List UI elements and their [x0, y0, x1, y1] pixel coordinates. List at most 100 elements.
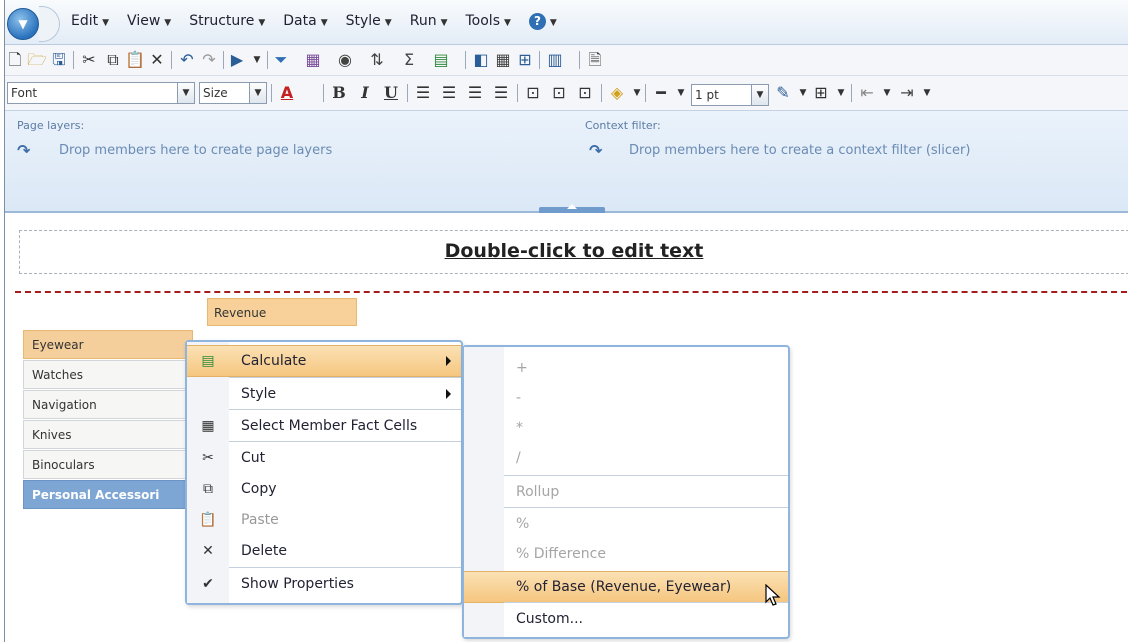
line-width-select[interactable]: 1 pt ▼ [691, 84, 769, 106]
increase-indent-icon[interactable]: ⇥ [897, 83, 917, 103]
row-header[interactable]: Navigation [23, 390, 193, 419]
border-color-icon[interactable]: ✎ [773, 83, 793, 103]
calc-percent[interactable]: % [464, 509, 788, 539]
suppress-icon[interactable]: ▦ [303, 50, 323, 70]
page-layers-label: Page layers: [17, 119, 85, 132]
valign-top-icon[interactable]: ⊡ [523, 83, 543, 103]
row-header[interactable]: Eyewear [23, 330, 193, 359]
context-filter-dropzone[interactable]: Drop members here to create a context fi… [629, 143, 970, 158]
paste-icon[interactable]: 📋 [125, 50, 145, 70]
calc-multiply[interactable]: * [464, 413, 788, 443]
align-left-icon[interactable]: ☰ [413, 83, 433, 103]
swap-rows-columns-icon[interactable]: ◧ [471, 50, 491, 70]
calculate-icon: ▤ [201, 353, 215, 369]
table-icon[interactable]: ▦ [493, 50, 513, 70]
row-header-total[interactable]: Personal Accessori [23, 480, 193, 509]
chart-icon[interactable]: ▥ [545, 50, 565, 70]
menu-item-delete[interactable]: ✕ Delete [187, 536, 461, 566]
size-select[interactable]: Size ▼ [199, 82, 267, 104]
valign-bottom-icon[interactable]: ⊡ [575, 83, 595, 103]
chevron-down-icon: ▼ [440, 18, 448, 28]
menu-style[interactable]: Style ▼ [346, 13, 392, 30]
chevron-down-icon[interactable]: ▼ [831, 83, 851, 103]
report-title: Double-click to edit text [444, 240, 704, 262]
calc-add[interactable]: + [464, 353, 788, 383]
menu-item-show-properties[interactable]: ✔ Show Properties [187, 569, 461, 599]
menu-edit[interactable]: Edit ▼ [71, 13, 109, 30]
filter-icon[interactable]: ⏷ [271, 50, 291, 70]
layout-icon[interactable]: 🗎 [585, 50, 605, 70]
chevron-down-icon[interactable]: ▼ [917, 83, 937, 103]
copy-icon[interactable]: ⧉ [103, 50, 123, 70]
chevron-down-icon[interactable]: ▼ [877, 83, 897, 103]
explore-icon[interactable]: ◉ [335, 50, 355, 70]
redo-icon[interactable]: ↷ [199, 50, 219, 70]
help-icon: ? [528, 13, 546, 30]
calc-percent-of-base[interactable]: % of Base (Revenue, Eyewear) [464, 571, 788, 603]
context-filter-label: Context filter: [585, 119, 661, 132]
menu-help[interactable]: ? ▼ [528, 13, 557, 30]
run-icon[interactable]: ▶ [227, 50, 247, 70]
font-color-icon[interactable]: A [277, 83, 297, 103]
calc-percent-difference[interactable]: % Difference [464, 539, 788, 569]
calculate-icon[interactable]: ▤ [431, 50, 451, 70]
menu-run[interactable]: Run ▼ [410, 13, 448, 30]
italic-button[interactable]: I [355, 83, 375, 103]
align-right-icon[interactable]: ☰ [465, 83, 485, 103]
undo-icon[interactable]: ↶ [177, 50, 197, 70]
group-icon[interactable]: ⊞ [515, 50, 535, 70]
chevron-down-icon[interactable]: ▼ [247, 50, 267, 70]
font-select[interactable]: Font ▼ [7, 82, 195, 104]
menu-structure[interactable]: Structure ▼ [189, 13, 265, 30]
calc-subtract[interactable]: - [464, 383, 788, 413]
row-header[interactable]: Knives [23, 420, 193, 449]
app-menu-button[interactable]: ▼ [7, 8, 39, 40]
menu-items: Edit ▼ View ▼ Structure ▼ Data ▼ Style ▼ Run ▼… [71, 13, 557, 30]
chevron-down-icon: ▼ [164, 18, 172, 28]
new-document-icon[interactable]: 🗋 [5, 50, 25, 70]
chevron-down-icon[interactable]: ▼ [793, 83, 813, 103]
submenu-arrow-icon [446, 389, 451, 399]
align-center-icon[interactable]: ☰ [439, 83, 459, 103]
collapse-arrow-icon [567, 204, 577, 209]
menu-item-select-member-fact-cells[interactable]: ▦ Select Member Fact Cells [187, 411, 461, 441]
menu-item-paste[interactable]: 📋 Paste [187, 505, 461, 535]
menu-item-style[interactable]: Style [187, 379, 461, 409]
open-folder-icon[interactable]: 🗁 [27, 50, 47, 70]
sort-icon[interactable]: ⇅ [367, 50, 387, 70]
calc-custom[interactable]: Custom... [464, 604, 788, 634]
report-title-box[interactable]: Double-click to edit text [19, 230, 1128, 274]
decrease-indent-icon[interactable]: ⇤ [857, 83, 877, 103]
delete-icon[interactable]: ✕ [147, 50, 167, 70]
chevron-down-icon: ▼ [320, 18, 328, 28]
chevron-down-icon[interactable]: ▼ [627, 83, 647, 103]
bold-button[interactable]: B [329, 83, 349, 103]
cut-icon[interactable]: ✂ [79, 50, 99, 70]
row-header[interactable]: Binoculars [23, 450, 193, 479]
chevron-down-icon: ▼ [258, 18, 266, 28]
row-header[interactable]: Watches [23, 360, 193, 389]
table-icon: ▦ [201, 418, 215, 434]
menu-view[interactable]: View ▼ [127, 13, 171, 30]
menu-item-cut[interactable]: ✂ Cut [187, 443, 461, 473]
column-header-revenue[interactable]: Revenue [207, 298, 357, 326]
app-window: ▼ Edit ▼ View ▼ Structure ▼ Data ▼ Style ▼ Ru… [4, 0, 1128, 642]
delete-x-icon: ✕ [202, 543, 214, 559]
justify-icon[interactable]: ☰ [491, 83, 511, 103]
copy-icon: ⧉ [203, 481, 213, 497]
calc-rollup[interactable]: Rollup [464, 477, 788, 507]
menu-data[interactable]: Data ▼ [283, 13, 327, 30]
menu-item-copy[interactable]: ⧉ Copy [187, 474, 461, 504]
borders-icon[interactable]: ⊞ [811, 83, 831, 103]
chevron-down-icon[interactable]: ▼ [671, 83, 691, 103]
underline-button[interactable]: U [381, 83, 401, 103]
save-icon[interactable]: 🖫 [49, 50, 69, 70]
summarize-icon[interactable]: Σ [399, 50, 419, 70]
menu-item-calculate[interactable]: ▤ Calculate [187, 345, 461, 377]
menu-tools[interactable]: Tools ▼ [466, 13, 511, 30]
valign-middle-icon[interactable]: ⊡ [549, 83, 569, 103]
background-color-icon[interactable]: ◈ [607, 83, 627, 103]
line-style-icon[interactable]: ━ [651, 83, 671, 103]
page-layers-dropzone[interactable]: Drop members here to create page layers [59, 143, 332, 158]
calc-divide[interactable]: / [464, 443, 788, 473]
